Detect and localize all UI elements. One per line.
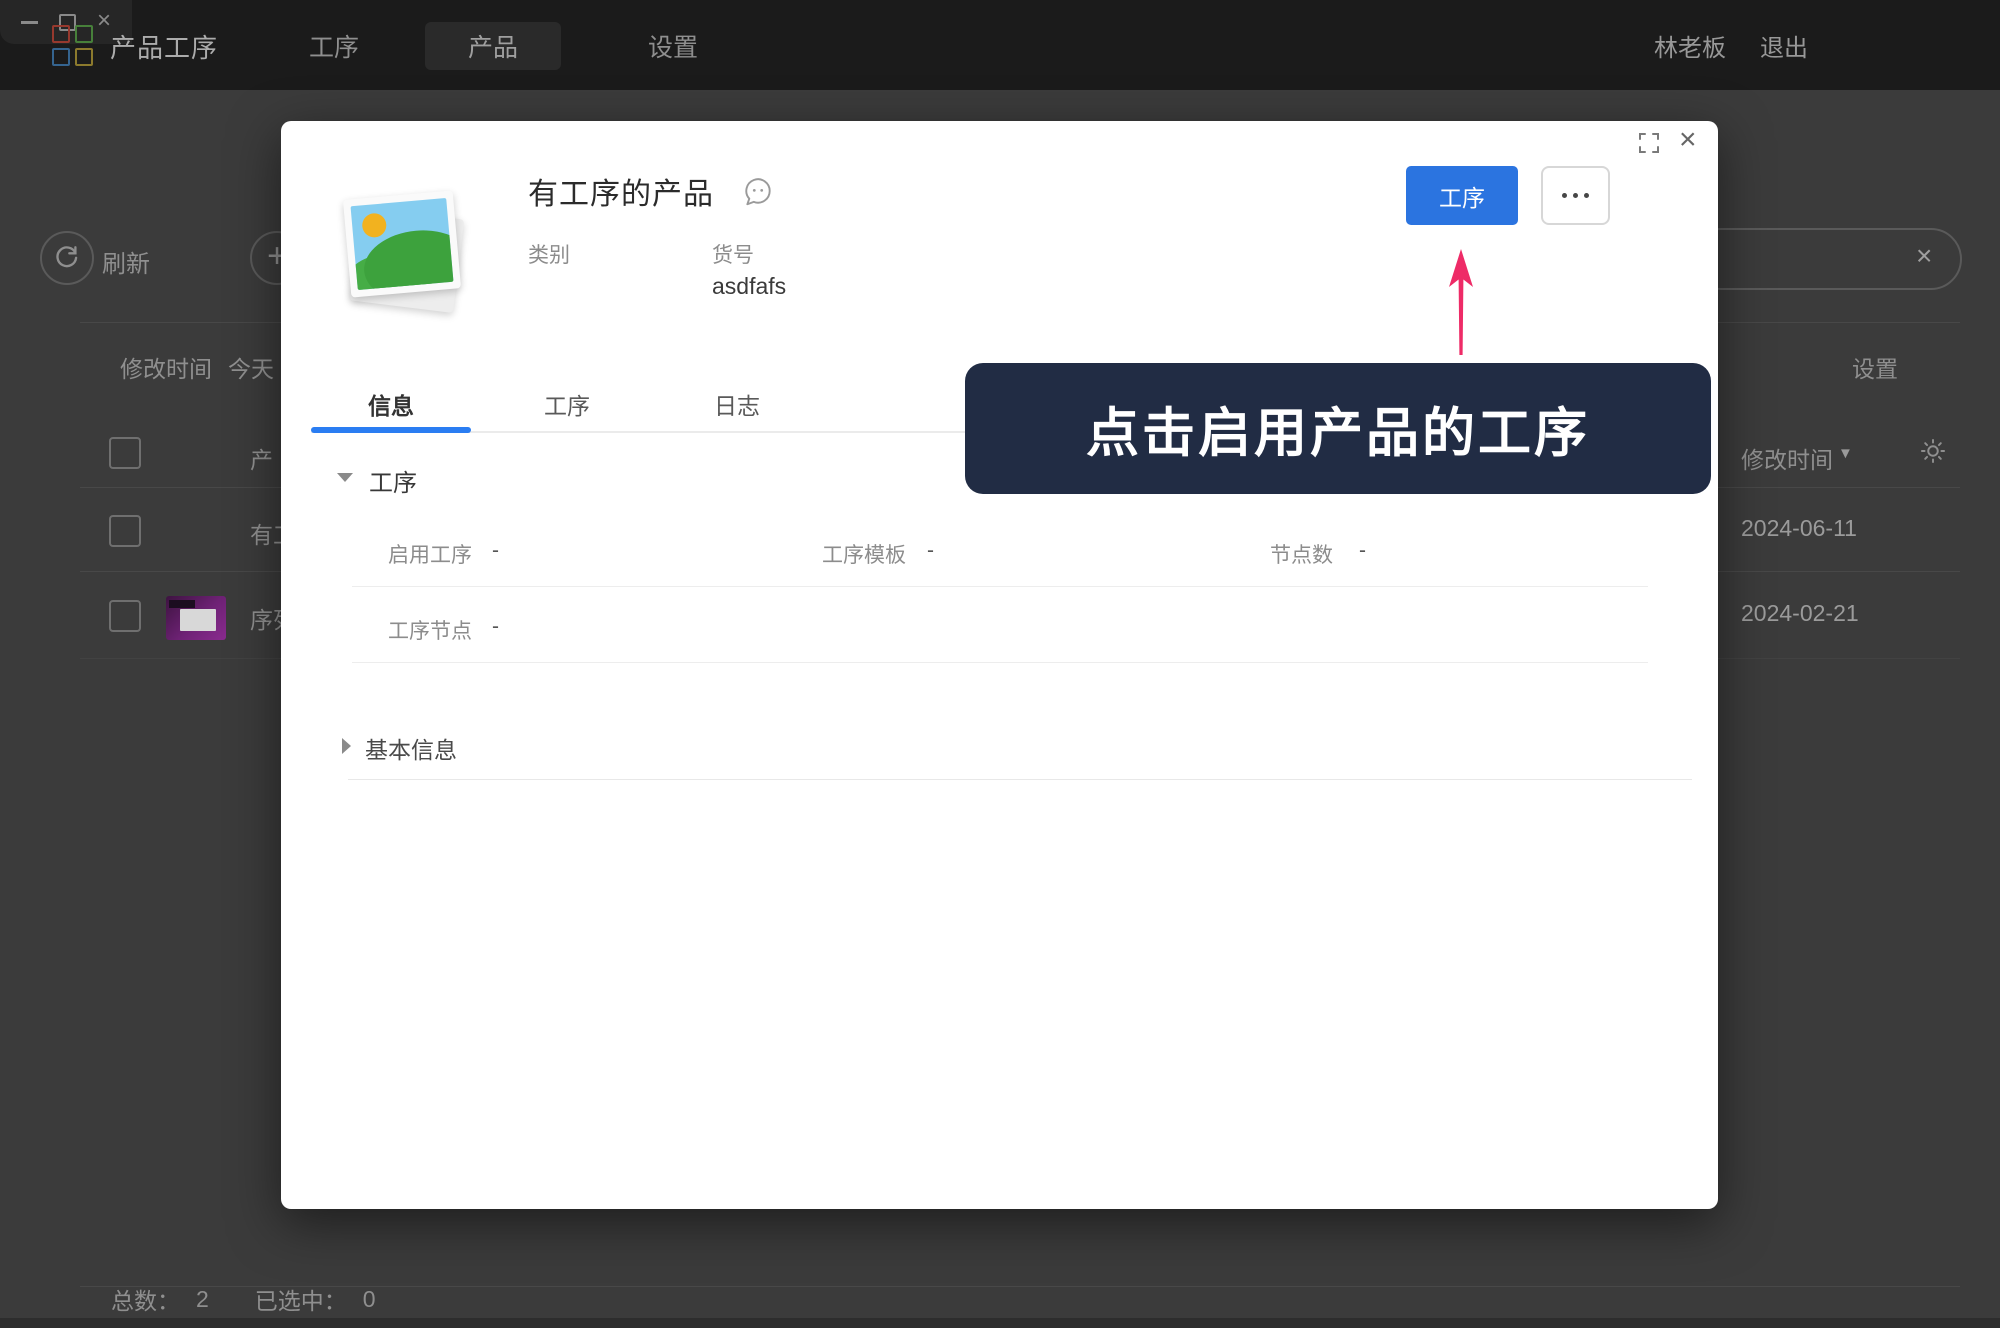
- row2-checkbox[interactable]: [109, 600, 141, 632]
- field-node-count-label: 节点数: [1270, 544, 1333, 567]
- callout-text: 点击启用产品的工序: [1086, 403, 1590, 463]
- app-logo-icon: [52, 25, 94, 67]
- column-gear-icon[interactable]: [1920, 438, 1946, 469]
- sku-label: 货号: [712, 244, 754, 267]
- field-row-divider: [352, 662, 1648, 663]
- field-node-count-value: -: [1359, 539, 1366, 562]
- tutorial-callout: 点击启用产品的工序: [965, 363, 1711, 494]
- field-process-node-value: -: [492, 615, 499, 638]
- field-row-divider: [352, 586, 1648, 587]
- callout-arrow-icon: [1444, 249, 1478, 355]
- statusbar: 总数： 2 已选中： 0: [111, 1282, 376, 1316]
- row1-checkbox[interactable]: [109, 515, 141, 547]
- app-title: 产品工序: [110, 33, 219, 63]
- expand-triangle-icon[interactable]: [342, 738, 351, 754]
- refresh-label[interactable]: 刷新: [102, 244, 150, 279]
- field-enable-process-value: -: [492, 539, 499, 562]
- field-enable-process-label: 启用工序: [388, 544, 472, 567]
- sun-icon: [361, 212, 388, 239]
- nav-item-process[interactable]: 工序: [309, 28, 359, 64]
- row2-modified-date: 2024-02-21: [1741, 600, 1859, 626]
- comment-icon[interactable]: [741, 175, 775, 214]
- total-value: 2: [196, 1285, 209, 1312]
- process-section-title[interactable]: 工序: [369, 463, 417, 498]
- process-button[interactable]: 工序: [1406, 166, 1518, 225]
- sku-value: asdfafs: [712, 273, 787, 299]
- product-image[interactable]: [341, 190, 481, 321]
- active-tab-indicator: [311, 427, 471, 433]
- process-button-label: 工序: [1439, 184, 1485, 211]
- filter-time-value[interactable]: 今天: [228, 350, 274, 384]
- selected-label: 已选中：: [254, 1288, 347, 1314]
- logout-button[interactable]: 退出: [1760, 28, 1808, 63]
- titlebar: 产品工序 工序 产品 设置 林老板 退出 ×: [0, 0, 2000, 90]
- tab-process[interactable]: 工序: [487, 387, 647, 421]
- column-header-modified[interactable]: 修改时间: [1741, 441, 1833, 475]
- total-label: 总数：: [111, 1288, 180, 1314]
- filter-time-label[interactable]: 修改时间: [120, 350, 212, 384]
- row1-modified-date: 2024-06-11: [1741, 515, 1857, 541]
- fullscreen-icon[interactable]: [1637, 131, 1661, 160]
- category-label: 类别: [528, 244, 570, 267]
- tab-info[interactable]: 信息: [311, 387, 471, 421]
- nav-item-product-active[interactable]: 产品: [425, 22, 561, 70]
- close-dialog-icon[interactable]: ×: [1679, 123, 1697, 157]
- basic-section-title[interactable]: 基本信息: [365, 731, 457, 765]
- minimize-icon[interactable]: [20, 20, 38, 24]
- close-window-icon[interactable]: ×: [97, 8, 111, 33]
- product-detail-dialog: × 有工序的产品 类别 货号 asdfafs 工序 信息 工序 日志 工序 启用…: [281, 121, 1718, 1209]
- field-template-label: 工序模板: [822, 544, 906, 567]
- collapse-triangle-icon[interactable]: [337, 473, 353, 482]
- clear-search-icon[interactable]: ×: [1916, 240, 1932, 272]
- nav-item-product-label: 产品: [467, 34, 518, 62]
- sort-desc-icon[interactable]: ▼: [1838, 445, 1853, 462]
- field-process-node-label: 工序节点: [388, 620, 472, 643]
- section-divider: [348, 779, 1692, 780]
- product-title: 有工序的产品: [528, 178, 714, 211]
- window-bottom-edge: [0, 1318, 2000, 1328]
- selected-value: 0: [362, 1285, 376, 1312]
- view-settings-label[interactable]: 设置: [1852, 350, 1898, 384]
- refresh-button[interactable]: [40, 231, 94, 285]
- ellipsis-icon: [1562, 193, 1589, 198]
- field-template-value: -: [927, 539, 934, 562]
- column-header-product[interactable]: 产: [250, 441, 273, 475]
- more-actions-button[interactable]: [1541, 166, 1610, 225]
- nav-item-settings[interactable]: 设置: [648, 28, 698, 64]
- tab-log[interactable]: 日志: [657, 387, 817, 421]
- refresh-icon: [53, 242, 81, 275]
- row2-product-thumbnail[interactable]: [166, 596, 226, 640]
- user-name[interactable]: 林老板: [1654, 28, 1726, 63]
- select-all-checkbox[interactable]: [109, 437, 141, 469]
- app-window: 刷新 + × 修改时间 今天 设置 产 修改时间 ▼ 有工 2024-06-11…: [0, 0, 2000, 1328]
